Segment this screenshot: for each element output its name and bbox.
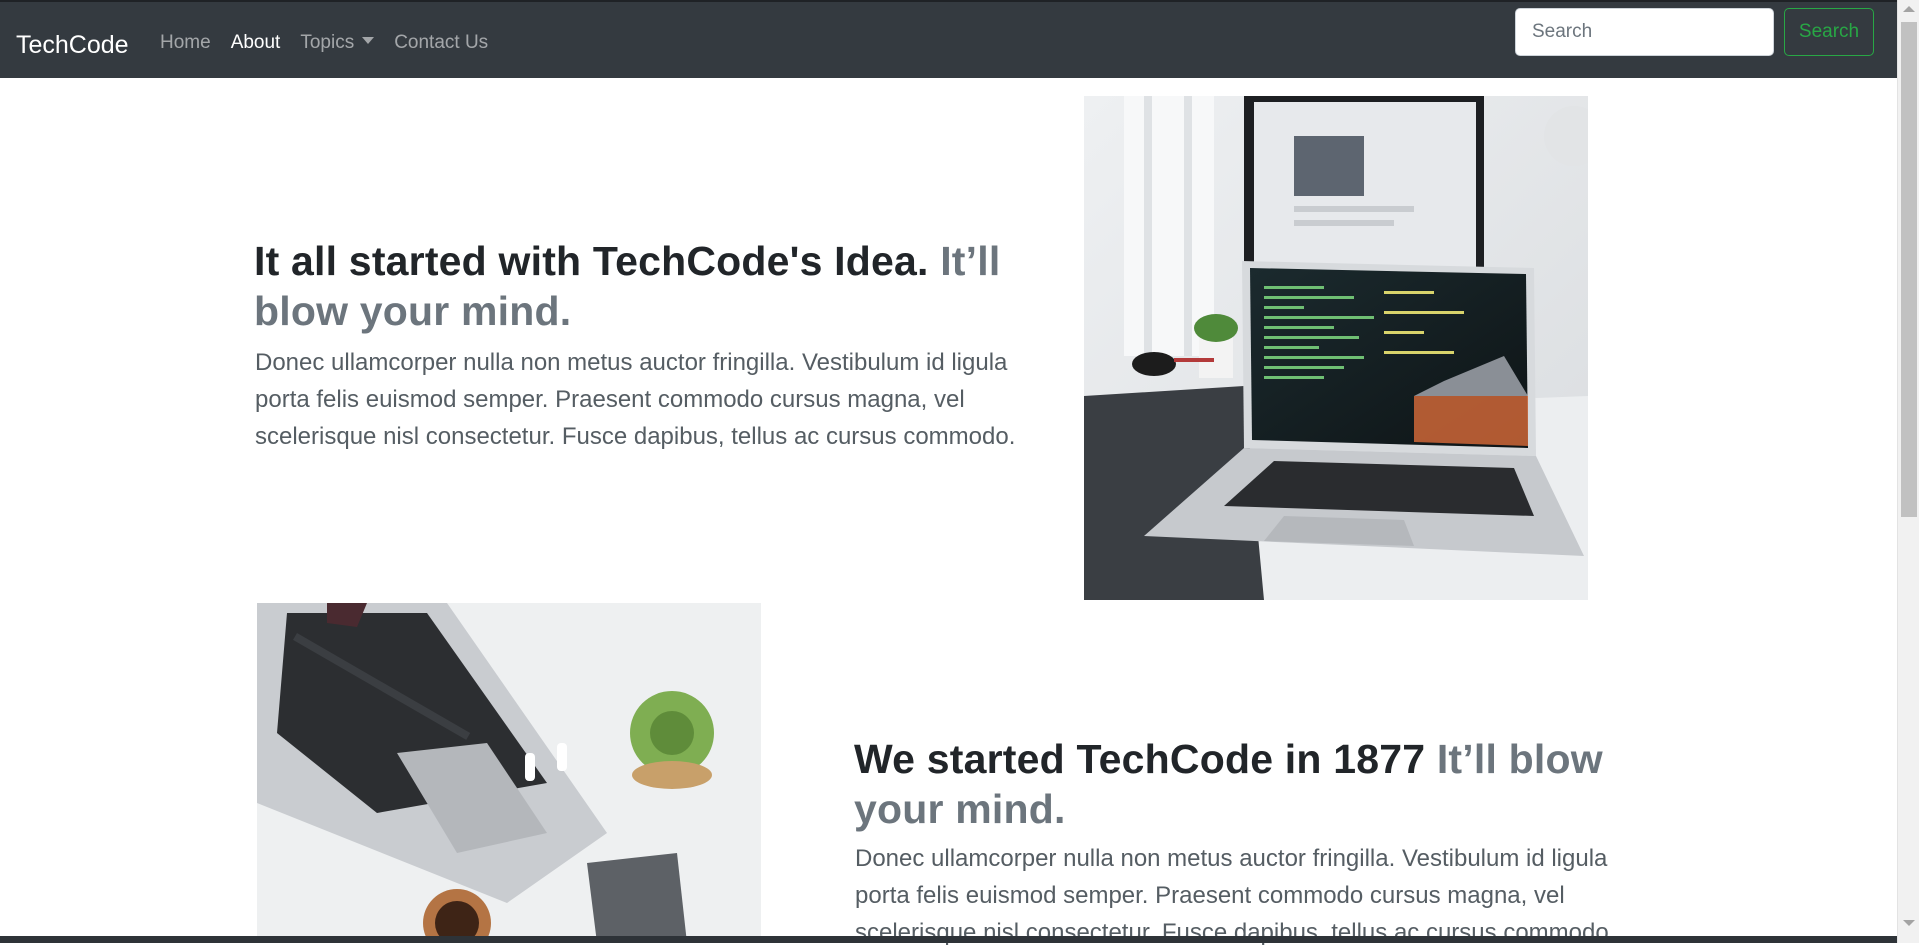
nav-link-contact[interactable]: Contact Us bbox=[384, 29, 498, 57]
caret-down-icon bbox=[362, 37, 375, 45]
laptop-desk-image bbox=[1084, 96, 1588, 600]
nav-links: Home About Topics Contact Us bbox=[150, 29, 498, 57]
search-button[interactable]: Search bbox=[1784, 8, 1874, 56]
feature-heading-2-main: We started TechCode in 1877 bbox=[854, 736, 1426, 782]
window-bottom-edge bbox=[0, 936, 1897, 943]
scroll-down-arrow-icon[interactable] bbox=[1903, 920, 1915, 926]
feature-lead-2: Donec ullamcorper nulla non metus auctor… bbox=[855, 845, 1616, 946]
laptop-flatlay-image bbox=[257, 603, 761, 943]
scroll-thumb[interactable] bbox=[1901, 22, 1917, 517]
search-input[interactable] bbox=[1515, 8, 1774, 56]
nav-dropdown-topics[interactable]: Topics bbox=[290, 29, 384, 57]
scroll-up-arrow-icon[interactable] bbox=[1903, 6, 1915, 12]
nav-link-home[interactable]: Home bbox=[150, 29, 221, 57]
nav-link-about[interactable]: About bbox=[221, 29, 291, 57]
search-form: Search bbox=[1515, 7, 1874, 57]
feature-heading-1-main: It all started with TechCode's Idea. bbox=[254, 238, 929, 284]
brand-logo[interactable]: TechCode bbox=[16, 30, 129, 60]
nav-dropdown-topics-label: Topics bbox=[300, 32, 355, 53]
feature-heading-1: It all started with TechCode's Idea. It’… bbox=[254, 236, 1054, 336]
page-scrollbar[interactable] bbox=[1897, 0, 1919, 943]
feature-lead-1: Donec ullamcorper nulla non metus auctor… bbox=[255, 349, 1016, 450]
navbar: TechCode Home About Topics Contact Us Se… bbox=[0, 2, 1897, 78]
feature-heading-2: We started TechCode in 1877 It’ll blow y… bbox=[854, 734, 1654, 834]
